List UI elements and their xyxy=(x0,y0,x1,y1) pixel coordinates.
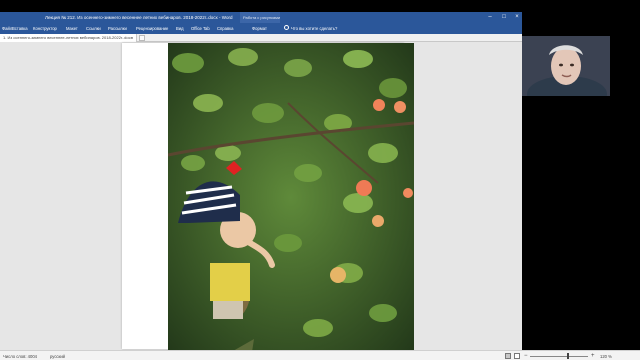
minimize-icon[interactable]: – xyxy=(486,13,494,21)
tab-layout[interactable]: Макет xyxy=(66,26,78,31)
tab-design[interactable]: Конструктор xyxy=(33,26,57,31)
child-apricot-tree-photo[interactable] xyxy=(168,43,414,350)
window-title: Лекция № 212. Из осеннего-зимнего весенн… xyxy=(45,15,233,20)
print-layout-view-icon[interactable] xyxy=(505,353,511,359)
language-indicator[interactable]: русский xyxy=(50,354,65,359)
word-count[interactable]: Число слов: 4004 xyxy=(3,354,37,359)
close-icon[interactable]: × xyxy=(513,13,521,21)
zoom-in-button[interactable]: + xyxy=(591,352,595,360)
tab-help[interactable]: Справка xyxy=(217,26,233,31)
lightbulb-icon xyxy=(284,25,289,30)
tab-office-tab[interactable]: Office Tab xyxy=(191,26,210,31)
document-tab-bar: 1. Из осеннего-зимнего весеннее-летних в… xyxy=(0,34,522,42)
tab-insert[interactable]: Вставка xyxy=(12,26,28,31)
picture-tools-label: Работа с рисунками xyxy=(243,15,281,20)
tab-file[interactable]: Файл xyxy=(2,26,12,31)
webcam-presenter-feed xyxy=(522,36,610,96)
tab-references[interactable]: Ссылки xyxy=(86,26,101,31)
zoom-slider-thumb[interactable] xyxy=(567,353,569,359)
close-tab-icon[interactable]: × xyxy=(131,34,133,42)
ribbon-tab-bar: Файл Вставка Конструктор Макет Ссылки Ра… xyxy=(0,23,522,34)
zoom-level[interactable]: 120 % xyxy=(600,354,612,359)
maximize-icon[interactable]: □ xyxy=(500,13,508,21)
web-layout-view-icon[interactable] xyxy=(514,353,520,359)
tell-me-search[interactable]: Что вы хотите сделать? xyxy=(291,26,337,31)
tab-mailings[interactable]: Рассылки xyxy=(108,26,127,31)
screen: Лекция № 212. Из осеннего-зимнего весенн… xyxy=(0,0,640,360)
document-page[interactable] xyxy=(122,43,414,350)
tab-review[interactable]: Рецензирование xyxy=(136,26,168,31)
word-window: Лекция № 212. Из осеннего-зимнего весенн… xyxy=(0,12,522,350)
tab-view[interactable]: Вид xyxy=(176,26,184,31)
zoom-out-button[interactable]: − xyxy=(524,352,528,360)
status-bar: Число слов: 4004 русский − + 120 % xyxy=(0,350,640,360)
document-tab[interactable]: 1. Из осеннего-зимнего весеннее-летних в… xyxy=(0,34,137,42)
document-canvas[interactable] xyxy=(0,43,522,350)
zoom-slider-track[interactable] xyxy=(530,356,588,357)
tab-format[interactable]: Формат xyxy=(252,26,267,31)
new-tab-button[interactable] xyxy=(139,35,145,41)
